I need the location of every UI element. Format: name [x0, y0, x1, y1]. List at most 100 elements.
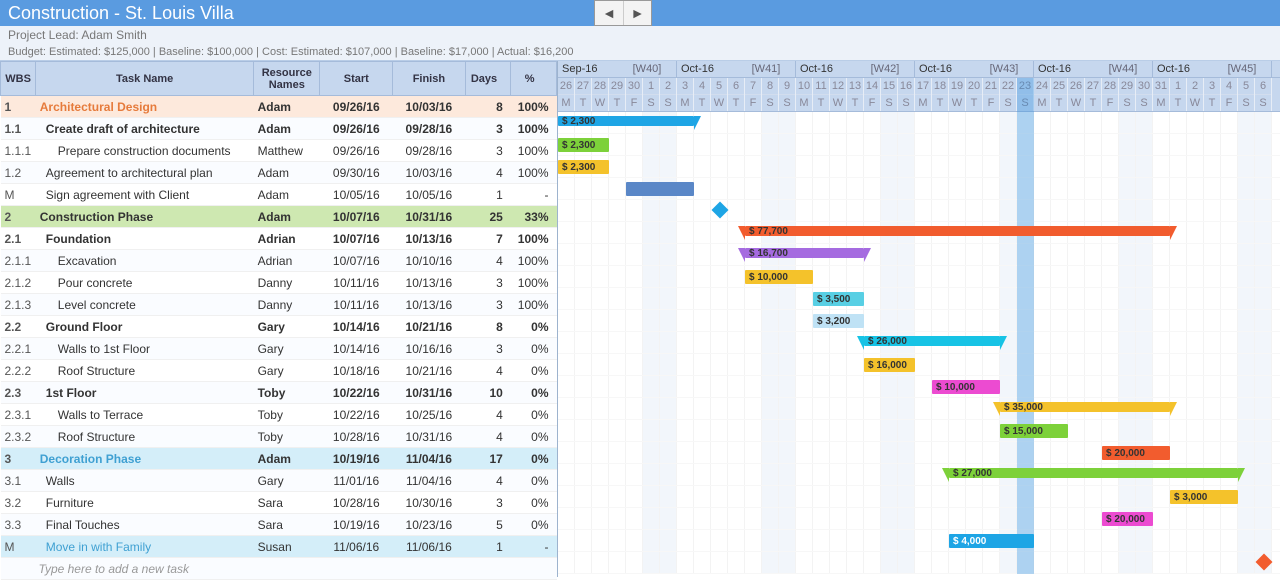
cell-pct[interactable]: 0%	[511, 514, 557, 536]
cell-start[interactable]: 10/14/16	[320, 338, 393, 360]
cell-pct[interactable]: 0%	[511, 426, 557, 448]
cell-days[interactable]: 17	[465, 448, 511, 470]
cell-pct[interactable]: 100%	[511, 96, 557, 118]
cell-res[interactable]: Adam	[254, 96, 320, 118]
cell-name[interactable]: Walls to Terrace	[36, 404, 254, 426]
cell-name[interactable]: Agreement to architectural plan	[36, 162, 254, 184]
cell-days[interactable]: 3	[465, 338, 511, 360]
cell-pct[interactable]: 0%	[511, 360, 557, 382]
task-row[interactable]: MSign agreement with ClientAdam10/05/161…	[1, 184, 557, 206]
cell-days[interactable]: 4	[465, 470, 511, 492]
cell-res[interactable]: Adam	[254, 448, 320, 470]
cell-finish[interactable]: 10/21/16	[393, 360, 466, 382]
cell-res[interactable]: Toby	[254, 426, 320, 448]
cell-finish[interactable]: 11/04/16	[393, 470, 466, 492]
cell-pct[interactable]: 100%	[511, 250, 557, 272]
task-row[interactable]: 2.31st FloorToby10/22/1610/31/16100%	[1, 382, 557, 404]
cell-name[interactable]: Sign agreement with Client	[36, 184, 254, 206]
cell-start[interactable]: 09/26/16	[320, 96, 393, 118]
cell-days[interactable]: 1	[465, 184, 511, 206]
cell-name[interactable]: Architectural Design	[36, 96, 254, 118]
cell-finish[interactable]: 10/31/16	[393, 426, 466, 448]
cell-pct[interactable]: 100%	[511, 294, 557, 316]
cell-pct[interactable]: 0%	[511, 404, 557, 426]
cell-res[interactable]: Matthew	[254, 140, 320, 162]
cell-res[interactable]: Adam	[254, 184, 320, 206]
col-res[interactable]: Resource Names	[254, 62, 320, 96]
col-name[interactable]: Task Name	[36, 62, 254, 96]
cell-res[interactable]: Gary	[254, 360, 320, 382]
task-row[interactable]: 2.1FoundationAdrian10/07/1610/13/167100%	[1, 228, 557, 250]
cell-start[interactable]: 10/19/16	[320, 448, 393, 470]
cell-name[interactable]: Excavation	[36, 250, 254, 272]
cell-start[interactable]: 09/30/16	[320, 162, 393, 184]
cell-pct[interactable]: 0%	[511, 382, 557, 404]
task-row[interactable]: 3.1WallsGary11/01/1611/04/1640%	[1, 470, 557, 492]
cell-days[interactable]: 25	[465, 206, 511, 228]
task-grid[interactable]: WBS Task Name Resource Names Start Finis…	[0, 61, 558, 577]
task-row[interactable]: 2.2Ground FloorGary10/14/1610/21/1680%	[1, 316, 557, 338]
cell-res[interactable]: Danny	[254, 294, 320, 316]
cell-name[interactable]: Level concrete	[36, 294, 254, 316]
cell-days[interactable]: 3	[465, 272, 511, 294]
nav-next-button[interactable]: ►	[623, 1, 651, 25]
task-row[interactable]: 2.1.1ExcavationAdrian10/07/1610/10/16410…	[1, 250, 557, 272]
cell-finish[interactable]: 10/10/16	[393, 250, 466, 272]
task-bar[interactable]: $ 2,300	[558, 138, 609, 152]
cell-days[interactable]: 10	[465, 382, 511, 404]
task-row[interactable]: 2.2.2Roof StructureGary10/18/1610/21/164…	[1, 360, 557, 382]
cell-start[interactable]: 11/01/16	[320, 470, 393, 492]
cell-name[interactable]: 1st Floor	[36, 382, 254, 404]
task-row[interactable]: 2.2.1Walls to 1st FloorGary10/14/1610/16…	[1, 338, 557, 360]
task-bar[interactable]: $ 20,000	[1102, 446, 1170, 460]
cell-days[interactable]: 4	[465, 426, 511, 448]
cell-res[interactable]: Gary	[254, 470, 320, 492]
cell-days[interactable]: 4	[465, 250, 511, 272]
cell-start[interactable]: 10/22/16	[320, 404, 393, 426]
add-task-row[interactable]: Type here to add a new task	[1, 558, 557, 580]
task-row[interactable]: 1.2Agreement to architectural planAdam09…	[1, 162, 557, 184]
task-row[interactable]: 2.1.3Level concreteDanny10/11/1610/13/16…	[1, 294, 557, 316]
cell-finish[interactable]: 11/06/16	[393, 536, 466, 558]
cell-start[interactable]: 10/28/16	[320, 492, 393, 514]
task-bar[interactable]: $ 20,000	[1102, 512, 1153, 526]
cell-res[interactable]: Toby	[254, 382, 320, 404]
cell-start[interactable]: 10/22/16	[320, 382, 393, 404]
cell-res[interactable]: Adam	[254, 206, 320, 228]
task-bar[interactable]: $ 3,200	[813, 314, 864, 328]
cell-res[interactable]: Adam	[254, 162, 320, 184]
cell-days[interactable]: 3	[465, 294, 511, 316]
cell-pct[interactable]: 0%	[511, 492, 557, 514]
cell-finish[interactable]: 11/04/16	[393, 448, 466, 470]
cell-name[interactable]: Move in with Family	[36, 536, 254, 558]
cell-name[interactable]: Create draft of architecture	[36, 118, 254, 140]
cell-start[interactable]: 11/06/16	[320, 536, 393, 558]
cell-name[interactable]: Foundation	[36, 228, 254, 250]
cell-pct[interactable]: 100%	[511, 272, 557, 294]
col-days[interactable]: Days	[465, 62, 511, 96]
cell-pct[interactable]: 33%	[511, 206, 557, 228]
cell-pct[interactable]: 100%	[511, 140, 557, 162]
cell-start[interactable]: 10/11/16	[320, 294, 393, 316]
cell-res[interactable]: Gary	[254, 316, 320, 338]
cell-name[interactable]: Walls	[36, 470, 254, 492]
task-row[interactable]: 2Construction PhaseAdam10/07/1610/31/162…	[1, 206, 557, 228]
cell-days[interactable]: 8	[465, 316, 511, 338]
cell-res[interactable]: Adam	[254, 118, 320, 140]
cell-start[interactable]: 10/28/16	[320, 426, 393, 448]
cell-name[interactable]: Pour concrete	[36, 272, 254, 294]
cell-pct[interactable]: 0%	[511, 338, 557, 360]
cell-start[interactable]: 09/26/16	[320, 118, 393, 140]
cell-finish[interactable]: 10/13/16	[393, 294, 466, 316]
cell-days[interactable]: 3	[465, 140, 511, 162]
col-pct[interactable]: %	[511, 62, 557, 96]
cell-days[interactable]: 4	[465, 404, 511, 426]
task-row[interactable]: 2.3.1Walls to TerraceToby10/22/1610/25/1…	[1, 404, 557, 426]
cell-days[interactable]: 7	[465, 228, 511, 250]
nav-prev-button[interactable]: ◄	[595, 1, 623, 25]
task-bar[interactable]: $ 2,300	[558, 160, 609, 174]
cell-name[interactable]: Ground Floor	[36, 316, 254, 338]
cell-finish[interactable]: 10/13/16	[393, 228, 466, 250]
cell-name[interactable]: Furniture	[36, 492, 254, 514]
cell-pct[interactable]: 100%	[511, 228, 557, 250]
